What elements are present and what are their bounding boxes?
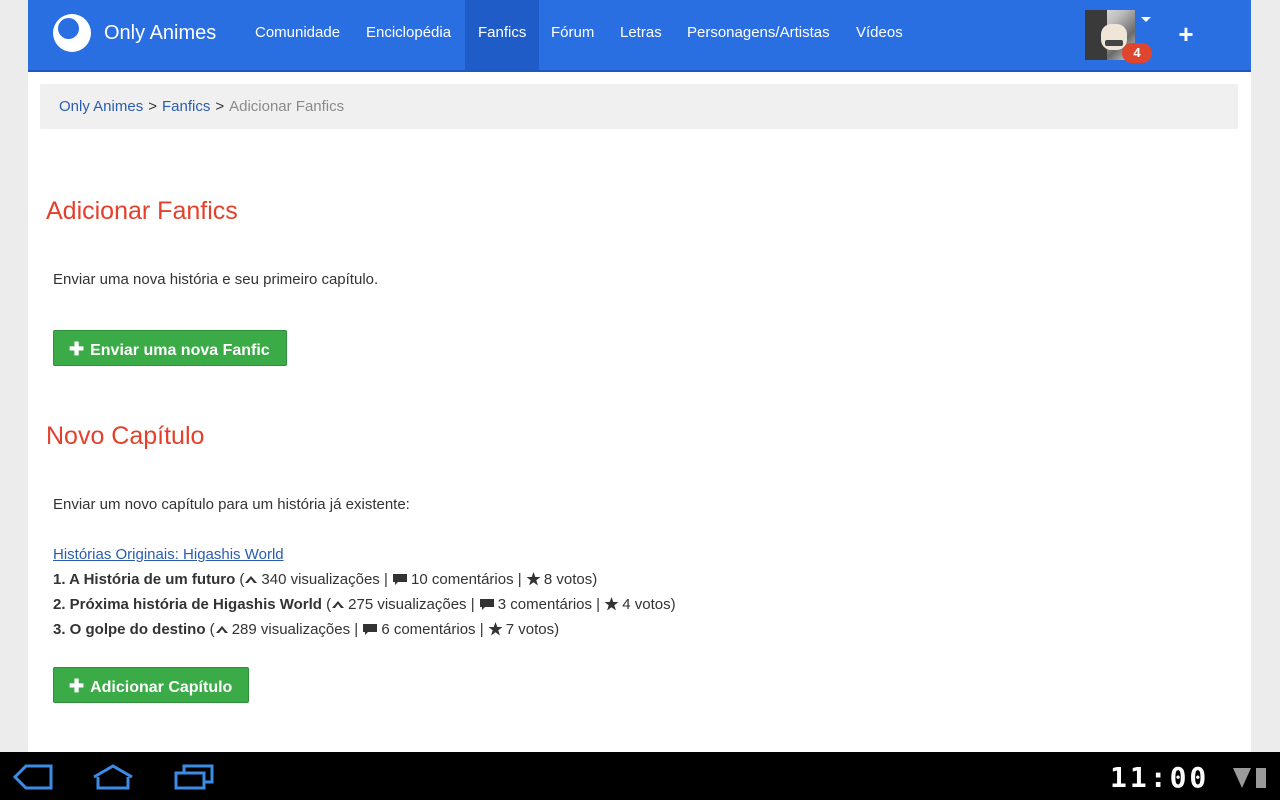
plus-icon: ✚: [69, 676, 85, 696]
plus-icon: ✚: [69, 339, 85, 359]
chapter-comments: 3 comentários: [497, 596, 592, 613]
chapter-title[interactable]: 1. A História de um futuro: [53, 571, 235, 588]
nav-item-comunidade[interactable]: Comunidade: [242, 0, 353, 70]
home-icon[interactable]: [91, 763, 135, 791]
chapter-row: 3. O golpe do destino (289 visualizações…: [53, 621, 560, 638]
star-icon: [488, 622, 503, 636]
logo-icon[interactable]: [53, 14, 91, 52]
breadcrumb-current: Adicionar Fanfics: [229, 98, 345, 115]
signal-battery-icon: [1233, 768, 1266, 788]
chapter-votes: 8 votos): [543, 571, 598, 588]
chapter-row: 2. Próxima história de Higashis World (2…: [53, 596, 676, 613]
nav-item-videos[interactable]: Vídeos: [843, 0, 916, 70]
add-chapter-label: Adicionar Capítulo: [90, 679, 233, 696]
add-fanfic-heading: Adicionar Fanfics: [46, 197, 238, 225]
chapter-comments: 6 comentários: [381, 621, 476, 638]
comment-icon: [363, 623, 378, 635]
brand-name[interactable]: Only Animes: [104, 22, 216, 45]
nav-item-fanfics[interactable]: Fanfics: [465, 0, 540, 70]
add-chapter-button[interactable]: ✚ Adicionar Capítulo: [53, 667, 250, 703]
nav-item-enciclopedia[interactable]: Enciclopédia: [353, 0, 464, 70]
chapter-views: 340 visualizações: [261, 571, 380, 588]
comment-icon: [393, 573, 408, 585]
chapter-votes: 4 votos): [622, 596, 676, 613]
views-icon: [215, 626, 228, 634]
chapter-title[interactable]: 3. O golpe do destino: [53, 621, 206, 638]
views-icon: [245, 576, 258, 584]
nav-item-forum[interactable]: Fórum: [538, 0, 607, 70]
star-icon: [604, 597, 619, 611]
nav-item-letras[interactable]: Letras: [607, 0, 675, 70]
nav-item-personagens-artistas[interactable]: Personagens/Artistas: [674, 0, 843, 70]
submit-new-fanfic-button[interactable]: ✚ Enviar uma nova Fanfic: [53, 330, 287, 366]
breadcrumb: Only Animes > Fanfics > Adicionar Fanfics: [40, 84, 1238, 129]
breadcrumb-separator: >: [215, 98, 225, 115]
views-icon: [332, 601, 345, 609]
notification-badge[interactable]: 4: [1122, 43, 1152, 63]
back-icon[interactable]: [12, 764, 54, 790]
clock: 11:00: [1110, 761, 1210, 794]
chevron-down-icon[interactable]: [1141, 17, 1151, 22]
story-link[interactable]: Histórias Originais: Higashis World: [53, 546, 284, 563]
breadcrumb-home-link[interactable]: Only Animes: [59, 98, 143, 115]
recent-apps-icon[interactable]: [173, 764, 215, 790]
new-chapter-description: Enviar um novo capítulo para um história…: [53, 496, 410, 513]
chapter-views: 289 visualizações: [231, 621, 351, 638]
chapter-row: 1. A História de um futuro (340 visualiz…: [53, 571, 598, 588]
chapter-votes: 7 votos): [505, 621, 560, 638]
add-content-button[interactable]: +: [1176, 20, 1196, 48]
android-system-bar: [0, 752, 1280, 800]
chapter-views: 275 visualizações: [348, 596, 467, 613]
breadcrumb-fanfics-link[interactable]: Fanfics: [162, 98, 210, 115]
top-navbar: Only Animes Comunidade Enciclopédia Fanf…: [28, 0, 1251, 72]
new-chapter-heading: Novo Capítulo: [46, 422, 205, 450]
add-fanfic-description: Enviar uma nova história e seu primeiro …: [53, 271, 379, 288]
chapter-title[interactable]: 2. Próxima história de Higashis World: [53, 596, 322, 613]
submit-new-fanfic-label: Enviar uma nova Fanfic: [90, 342, 270, 359]
star-icon: [526, 572, 541, 586]
chapter-comments: 10 comentários: [411, 571, 514, 588]
breadcrumb-separator: >: [148, 98, 157, 115]
comment-icon: [479, 598, 494, 610]
